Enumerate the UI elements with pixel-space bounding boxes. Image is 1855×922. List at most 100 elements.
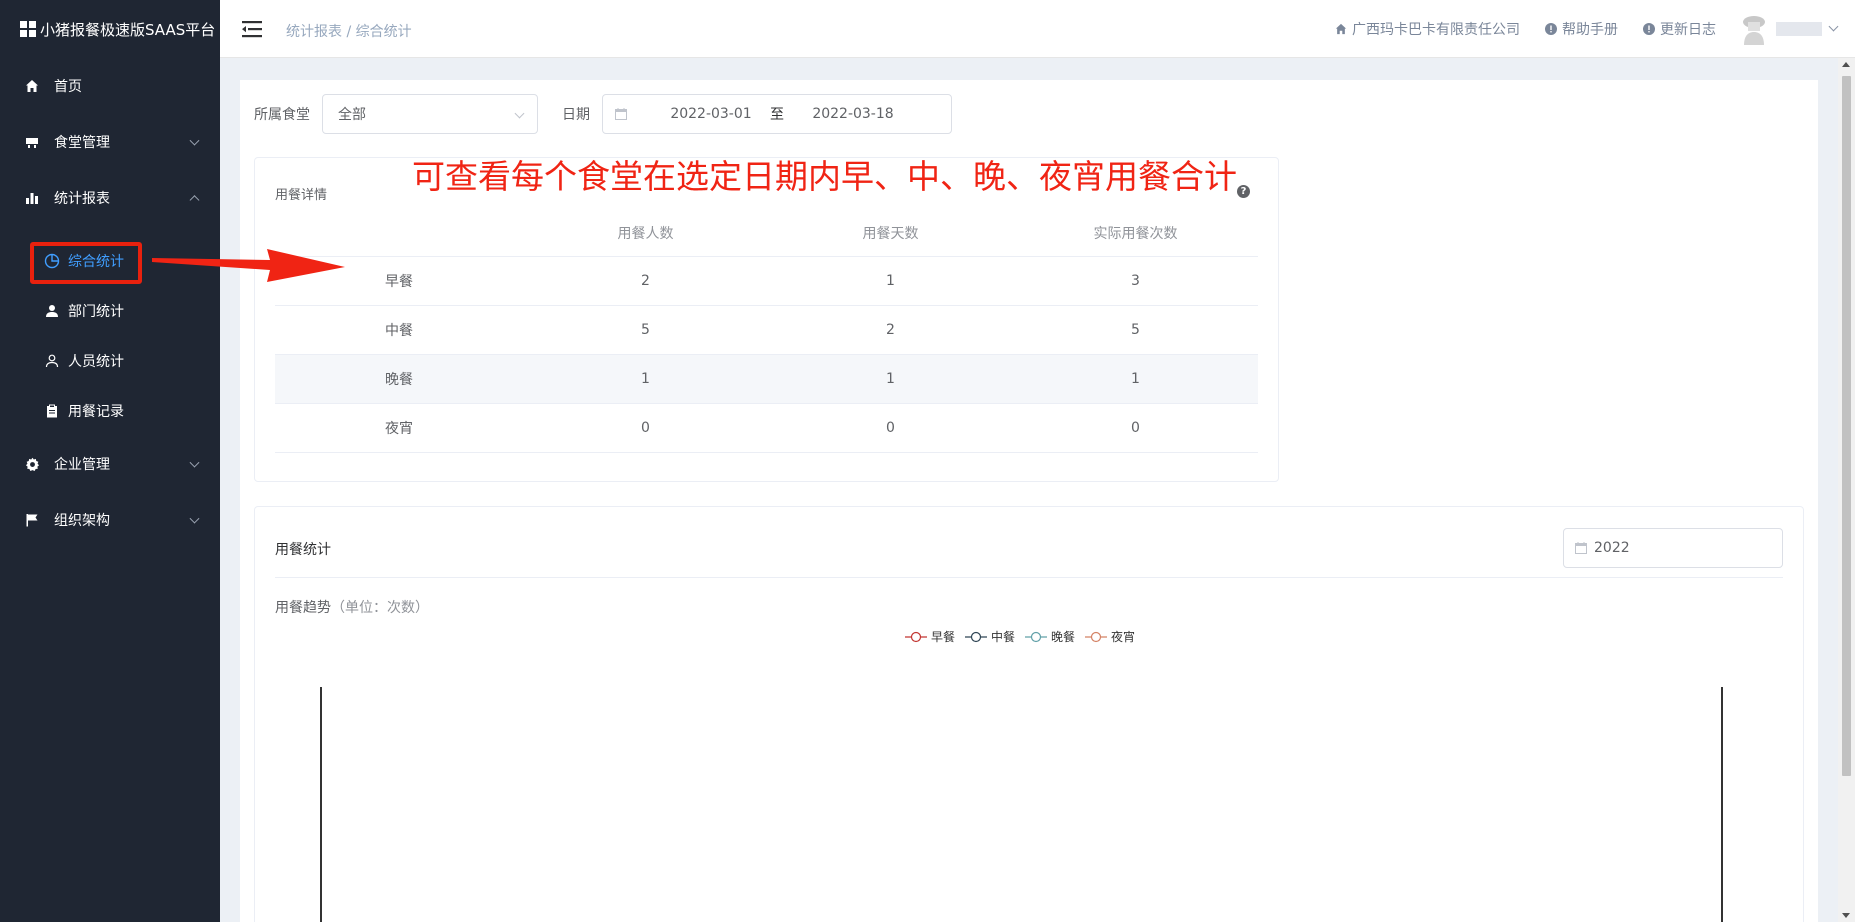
grid-logo-icon [20, 21, 36, 37]
menu-toggle-icon[interactable] [242, 20, 262, 38]
gear-icon [24, 456, 40, 472]
legend-item-supper[interactable]: 夜宵 [1085, 628, 1135, 645]
people-count: 2 [523, 256, 768, 306]
table-row: 夜宵 0 0 0 [275, 403, 1258, 453]
chevron-down-icon [189, 513, 200, 524]
scrollbar-thumb[interactable] [1842, 76, 1851, 776]
chart-left-axis [320, 687, 322, 922]
scroll-up-icon[interactable] [1842, 62, 1850, 67]
table-row: 晚餐 1 1 1 [275, 354, 1258, 404]
annotation-text: 可查看每个食堂在选定日期内早、中、晚、夜宵用餐合计 [412, 157, 1237, 196]
legend-label: 中餐 [991, 630, 1016, 644]
chart-title: 用餐趋势（单位：次数） [275, 597, 429, 617]
company-link[interactable]: 广西玛卡巴卡有限责任公司 [1334, 19, 1520, 39]
chart-right-axis [1721, 687, 1723, 922]
times-count: 1 [1013, 354, 1258, 404]
date-filter-label: 日期 [562, 107, 590, 123]
company-name: 广西玛卡巴卡有限责任公司 [1352, 22, 1520, 38]
legend-marker-icon [905, 631, 927, 642]
meal-name: 中餐 [275, 305, 523, 355]
calendar-icon [615, 108, 627, 124]
sidebar: 小猪报餐极速版SAAS平台 首页 食堂管理 统计报表 综合统计 部门统计 人员统… [0, 0, 220, 922]
people-count: 5 [523, 305, 768, 355]
times-count: 5 [1013, 305, 1258, 355]
sidebar-item-home[interactable]: 首页 [0, 58, 220, 114]
legend-item-breakfast[interactable]: 早餐 [905, 628, 955, 645]
days-count: 1 [768, 354, 1013, 404]
canteen-filter-label: 所属食堂 [254, 107, 310, 123]
canteen-icon [24, 134, 40, 150]
chevron-down-icon [189, 457, 200, 468]
column-header: 实际用餐次数 [1013, 210, 1258, 257]
sidebar-item-label: 统计报表 [54, 191, 110, 207]
annotation-highlight-box [30, 242, 142, 284]
user-name-redacted[interactable] [1776, 22, 1822, 36]
legend-item-dinner[interactable]: 晚餐 [1025, 628, 1075, 645]
changelog-label: 更新日志 [1660, 22, 1716, 38]
calendar-icon [1575, 542, 1587, 558]
meal-name: 晚餐 [275, 354, 523, 404]
legend-label: 夜宵 [1111, 630, 1136, 644]
date-range-picker[interactable]: 2022-03-01 至 2022-03-18 [602, 94, 952, 134]
sidebar-subitem-records[interactable]: 用餐记录 [0, 386, 220, 436]
people-count: 0 [523, 403, 768, 453]
home-icon [24, 78, 40, 94]
days-count: 1 [768, 256, 1013, 306]
legend-item-lunch[interactable]: 中餐 [965, 628, 1015, 645]
table-row: 中餐 5 2 5 [275, 305, 1258, 355]
meal-detail-table: 用餐人数 用餐天数 实际用餐次数 早餐 2 1 3 中餐 5 2 5 晚餐 1 … [275, 210, 1258, 453]
meal-stats-title: 用餐统计 [275, 542, 331, 558]
year-value: 2022 [1594, 540, 1630, 556]
info-icon [1642, 23, 1655, 36]
sidebar-subitem-label: 人员统计 [68, 354, 124, 370]
app-brand[interactable]: 小猪报餐极速版SAAS平台 [0, 0, 220, 58]
sidebar-subitem-department[interactable]: 部门统计 [0, 286, 220, 336]
scroll-down-icon[interactable] [1842, 913, 1850, 918]
column-header: 用餐人数 [523, 210, 768, 257]
avatar[interactable] [1740, 13, 1768, 45]
user-outline-icon [44, 353, 60, 369]
days-count: 2 [768, 305, 1013, 355]
user-filled-icon [44, 303, 60, 319]
info-icon [1544, 23, 1557, 36]
sidebar-item-reports[interactable]: 统计报表 [0, 170, 220, 226]
times-count: 0 [1013, 403, 1258, 453]
top-header: 统计报表 / 综合统计 广西玛卡巴卡有限责任公司 帮助手册 更新日志 [220, 0, 1855, 58]
help-link[interactable]: 帮助手册 [1544, 19, 1618, 39]
sidebar-subitem-person[interactable]: 人员统计 [0, 336, 220, 386]
meal-detail-title: 用餐详情 [275, 188, 328, 203]
meal-name: 夜宵 [275, 403, 523, 453]
flag-icon [24, 512, 40, 528]
help-icon[interactable]: ? [1237, 185, 1250, 198]
date-end-input[interactable]: 2022-03-18 [793, 106, 913, 122]
chart-unit: （单位：次数） [331, 600, 429, 616]
canteen-select[interactable]: 全部 [322, 94, 538, 134]
table-row: 早餐 2 1 3 [275, 256, 1258, 306]
chevron-down-icon [514, 108, 525, 119]
main-content: 所属食堂 全部 日期 2022-03-01 至 2022-03-18 用餐详情 … [240, 80, 1818, 922]
year-picker[interactable]: 2022 [1563, 528, 1783, 568]
legend-label: 晚餐 [1051, 630, 1076, 644]
canteen-select-value: 全部 [338, 107, 366, 123]
sidebar-item-canteen[interactable]: 食堂管理 [0, 114, 220, 170]
meal-detail-card: 用餐详情 ? 用餐人数 用餐天数 实际用餐次数 早餐 2 1 3 中餐 5 2 … [254, 157, 1279, 482]
legend-marker-icon [1085, 631, 1108, 642]
sidebar-item-organization[interactable]: 组织架构 [0, 492, 220, 548]
bar-chart-icon [24, 190, 40, 206]
legend-label: 早餐 [931, 630, 956, 644]
days-count: 0 [768, 403, 1013, 453]
annotation-arrow-icon [152, 249, 345, 282]
page-scrollbar[interactable] [1838, 58, 1855, 922]
app-title: 小猪报餐极速版SAAS平台 [40, 20, 216, 39]
sidebar-item-enterprise[interactable]: 企业管理 [0, 436, 220, 492]
chart-title-text: 用餐趋势 [275, 600, 331, 616]
chevron-down-icon [189, 135, 200, 146]
chart-legend: 早餐 中餐 晚餐 夜宵 [905, 628, 1145, 645]
chevron-down-icon[interactable] [1828, 21, 1839, 31]
date-range-separator: 至 [770, 107, 784, 123]
people-count: 1 [523, 354, 768, 404]
table-header-row: 用餐人数 用餐天数 实际用餐次数 [275, 210, 1258, 257]
changelog-link[interactable]: 更新日志 [1642, 19, 1716, 39]
date-start-input[interactable]: 2022-03-01 [661, 106, 761, 122]
sidebar-item-label: 企业管理 [54, 457, 110, 473]
